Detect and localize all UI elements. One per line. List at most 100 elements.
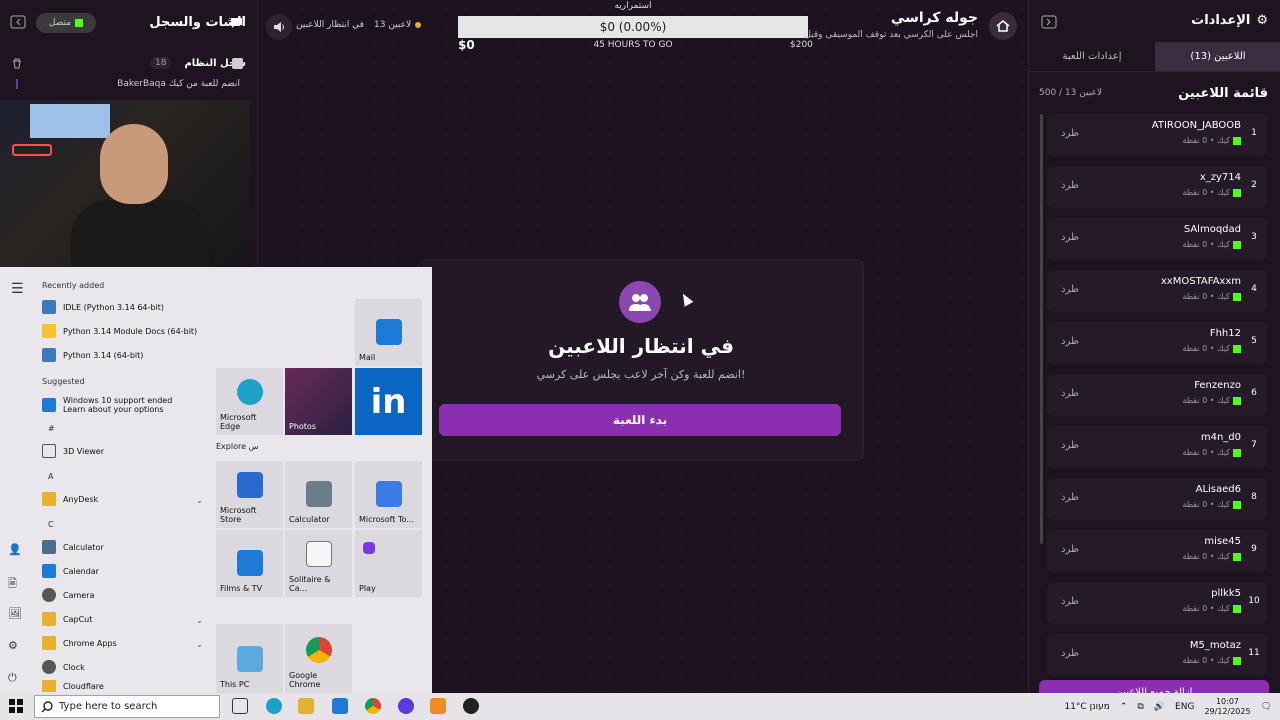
tile-store[interactable]: Microsoft Store [216,461,283,528]
start-item-calculator[interactable]: Calculator [42,536,104,558]
task-view-icon[interactable] [232,698,248,714]
calendar-icon [42,564,56,578]
kick-player-button[interactable]: طرد [1061,128,1079,139]
tile-edge[interactable]: Microsoft Edge [216,368,283,435]
edge-icon [236,379,263,405]
start-item-python[interactable]: Python 3.14 (64-bit) [42,344,143,366]
start-item-win10-support[interactable]: Windows 10 support ended Learn about you… [42,391,172,419]
start-item-cloudflare[interactable]: Cloudflare [42,680,104,692]
start-item-camera[interactable]: Camera [42,584,94,606]
kick-player-button[interactable]: طرد [1061,544,1079,555]
start-item-capcut[interactable]: CapCut [42,608,92,630]
remove-all-players-button[interactable]: إزالة جميع اللاعبين [1039,680,1269,693]
tile-play-label: Play [359,584,376,593]
start-item-camera-label: Camera [63,590,95,600]
clock[interactable]: 10:07 29/12/2025 [1204,697,1250,717]
kick-player-button[interactable]: طرد [1061,388,1079,399]
letter-c[interactable]: C [48,520,54,529]
notifications-icon[interactable]: 🗨 [1261,702,1272,712]
kick-player-button[interactable]: طرد [1061,336,1079,347]
computer-icon [236,646,263,672]
tile-mail[interactable]: Mail [355,299,422,366]
hamburger-icon[interactable]: ☰ [11,281,24,297]
tile-solitaire-label: Solitaire & Ca... [289,575,331,593]
kick-icon [1233,240,1241,249]
obs-icon[interactable] [463,698,479,714]
player-rank: 3 [1251,232,1257,242]
kick-player-button[interactable]: طرد [1061,284,1079,295]
kick-player-button[interactable]: طرد [1061,492,1079,503]
mail-icon[interactable] [332,698,348,714]
tab-players[interactable]: اللاعبين (13) [1155,42,1280,71]
power-icon[interactable]: ⏻ [8,671,17,685]
tile-films[interactable]: Films & TV [216,530,283,597]
kick-player-button[interactable]: طرد [1061,596,1079,607]
player-meta: كيك • 0 نقطة [1182,396,1241,405]
kick-icon [1233,656,1241,665]
settings-icon[interactable]: ⚙ [8,639,18,652]
start-game-button[interactable]: بدء اللعبة [439,404,841,436]
user-icon[interactable]: 👤 [8,543,22,556]
kick-player-button[interactable]: طرد [1061,440,1079,451]
kick-icon [1233,136,1241,145]
home-button[interactable] [989,12,1017,40]
start-item-calendar[interactable]: Calendar [42,560,99,582]
panel-collapse-icon[interactable] [1041,14,1057,33]
chevron-down-icon[interactable]: ⌄ [196,496,203,505]
discord-icon[interactable] [398,698,414,714]
start-item-idle[interactable]: IDLE (Python 3.14 64-bit) [42,296,164,318]
tile-linkedin[interactable]: in [355,368,422,435]
tile-calculator[interactable]: Calculator [285,461,352,528]
chrome-icon[interactable] [365,698,381,714]
film-icon [236,550,263,576]
kick-player-button[interactable]: طرد [1061,648,1079,659]
win10-support-title: Windows 10 support ended [63,396,173,405]
pictures-icon[interactable]: 🖼 [8,607,22,620]
player-meta-text: كيك • 0 نقطة [1182,656,1230,665]
start-item-3d-viewer[interactable]: 3D Viewer [42,440,104,462]
documents-icon[interactable]: 🗎 [8,575,17,594]
chrome-icon [305,637,332,663]
tab-game-settings[interactable]: إعدادات اللعبة [1029,42,1155,71]
start-item-python-docs[interactable]: Python 3.14 Module Docs (64-bit) [42,320,197,342]
player-row: 4 xxMOSTAFAxxm كيك • 0 نقطة طرد [1047,270,1267,312]
start-item-chrome-apps[interactable]: Chrome Apps [42,632,117,654]
tile-todo[interactable]: Microsoft To... [355,461,422,528]
game-title: جوله كراسي [890,10,978,26]
tile-solitaire[interactable]: Solitaire & Ca... [285,530,352,597]
start-item-anydesk[interactable]: AnyDesk [42,488,98,510]
tile-photos[interactable]: Photos [285,368,352,435]
player-row: 6 Fenzenzo كيك • 0 نقطة طرد [1047,374,1267,416]
taskbar-search[interactable]: Type here to search [34,695,220,718]
webcam-monitor [30,104,110,138]
chevron-down-icon[interactable]: ⌄ [196,640,203,649]
log-icon [232,58,243,69]
letter-a[interactable]: A [48,472,53,481]
player-meta: كيك • 0 نقطة [1182,344,1241,353]
chevron-up-icon[interactable]: ⌃ [1120,702,1128,712]
tile-chrome[interactable]: Google Chrome [285,624,352,693]
players-scrollbar[interactable] [1040,114,1043,544]
trash-icon[interactable] [12,58,22,72]
kick-player-button[interactable]: طرد [1061,180,1079,191]
letter-hash[interactable]: # [48,424,55,433]
collapse-icon[interactable] [10,14,26,33]
weather[interactable]: 11°C מעונן [1064,702,1109,712]
player-rank: 9 [1251,544,1257,554]
language-indicator[interactable]: ENG [1175,702,1194,712]
network-icon[interactable]: ⧉ [1137,702,1143,712]
kick-player-button[interactable]: طرد [1061,232,1079,243]
volume-icon[interactable]: 🔊 [1154,702,1165,712]
tile-this-pc[interactable]: This PC [216,624,283,693]
start-item-python-label: Python 3.14 (64-bit) [63,350,144,360]
chevron-down-icon[interactable]: ⌄ [196,616,203,625]
sound-toggle-button[interactable] [266,14,292,40]
tile-play[interactable]: Play [355,530,422,597]
folder-icon [42,680,56,692]
cloud-icon[interactable] [430,698,446,714]
file-explorer-icon[interactable] [298,698,314,714]
player-meta: كيك • 0 نقطة [1182,136,1241,145]
start-item-clock[interactable]: Clock [42,656,85,678]
windows-start-icon[interactable] [9,699,23,716]
edge-icon[interactable] [266,698,282,714]
